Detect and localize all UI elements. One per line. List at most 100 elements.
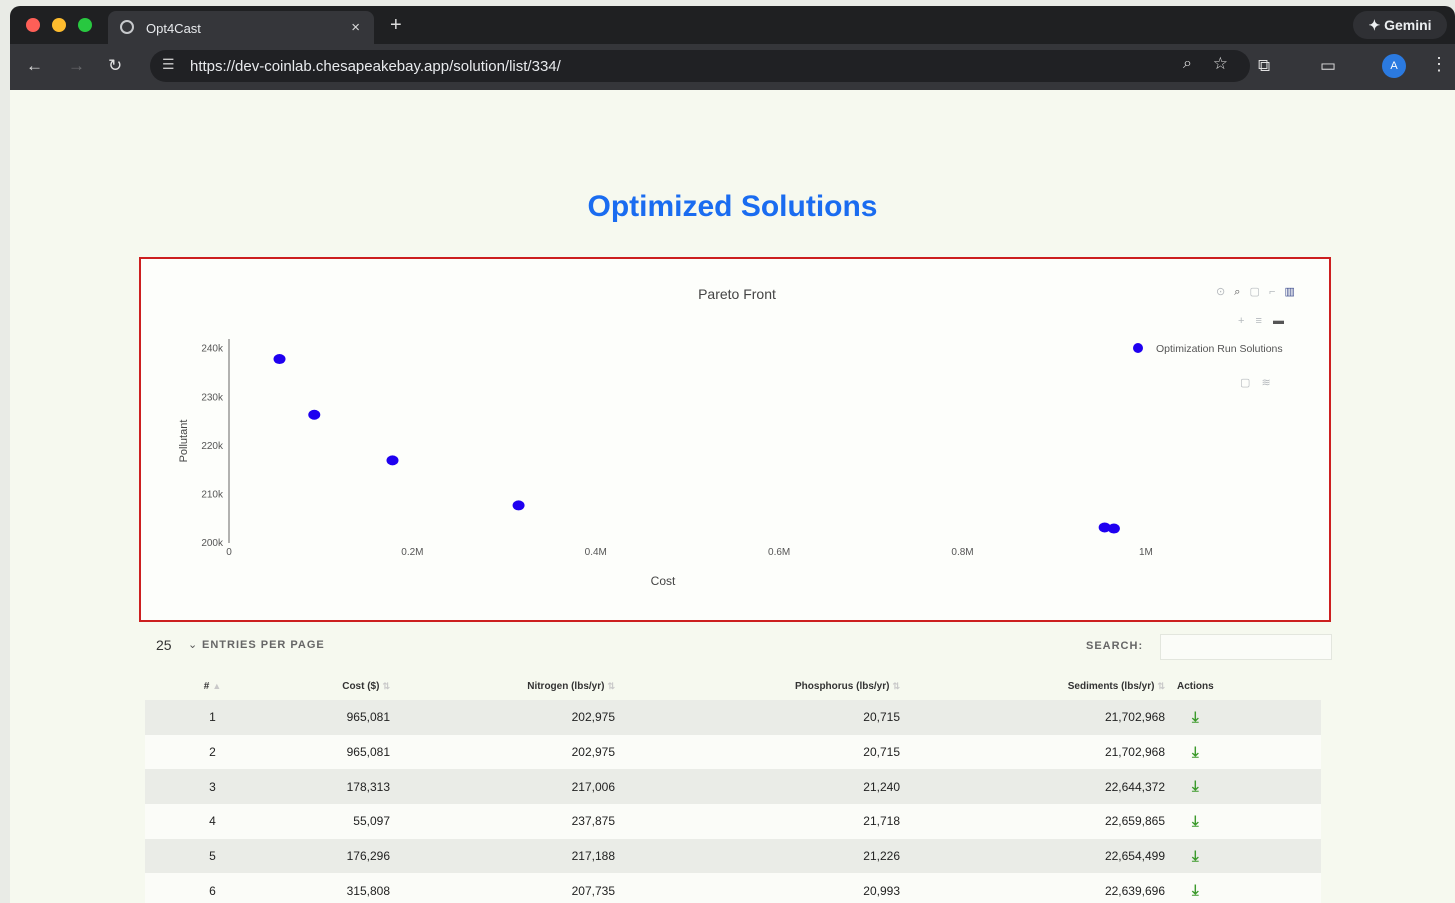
cell-phosphorus: 21,718 xyxy=(863,814,900,829)
cell-sediments: 21,702,968 xyxy=(1104,745,1165,760)
legend-marker xyxy=(1133,343,1143,353)
cell-cost: 176,296 xyxy=(346,849,390,864)
y-tick-labels: 200k 210k 220k 230k 240k xyxy=(201,344,224,549)
cell-phosphorus: 21,226 xyxy=(863,849,900,864)
zoom-icon[interactable]: ⌕ xyxy=(1183,55,1192,73)
chart-svg: Pareto Front 0 0.2M 0.4M 0.6M 0.8M 1M 200k 210… xyxy=(178,286,1283,588)
cell-num: 1 xyxy=(209,710,216,725)
cell-cost: 55,097 xyxy=(353,814,390,829)
globe-icon xyxy=(120,20,134,34)
cell-phosphorus: 20,715 xyxy=(863,710,900,725)
gemini-button[interactable]: ✦ Gemini xyxy=(1353,11,1447,39)
y-tick-label: 240k xyxy=(201,344,224,355)
cell-num: 4 xyxy=(209,814,216,829)
close-window-button[interactable] xyxy=(26,18,40,32)
browser-window: Opt4Cast × + ✦ Gemini ← → ↻ ☰ https://de… xyxy=(10,6,1455,903)
data-point[interactable] xyxy=(308,409,321,420)
table-row: 6 315,808 207,735 20,993 22,639,696 ⤓ xyxy=(145,873,1321,903)
search-label: SEARCH: xyxy=(1086,640,1144,652)
cell-cost: 965,081 xyxy=(346,745,390,760)
cell-sediments: 22,644,372 xyxy=(1104,779,1165,794)
cell-sediments: 22,639,696 xyxy=(1104,883,1165,898)
chevron-down-icon[interactable]: ⌄ xyxy=(188,638,197,651)
cell-sediments: 22,654,499 xyxy=(1104,849,1165,864)
y-tick-label: 200k xyxy=(201,538,224,549)
cell-actions: ⤓ xyxy=(1165,769,1321,804)
url-text[interactable]: https://dev-coinlab.chesapeakebay.app/so… xyxy=(190,58,561,75)
header-sediments[interactable]: Sediments (lbs/yr) ⇅ xyxy=(900,672,1165,700)
sort-icon: ⇅ xyxy=(892,680,900,691)
cell-phosphorus: 20,715 xyxy=(863,745,900,760)
x-tick-label: 0.6M xyxy=(768,547,790,558)
tab-close-button[interactable]: × xyxy=(351,19,360,36)
x-tick-label: 0.2M xyxy=(401,547,423,558)
back-arrow-icon[interactable]: ← xyxy=(26,56,43,76)
chart-title: Pareto Front xyxy=(698,286,776,302)
page-title: Optimized Solutions xyxy=(587,190,878,223)
download-icon[interactable]: ⤓ xyxy=(1192,813,1199,830)
search-input[interactable] xyxy=(1160,634,1332,660)
cell-nitrogen: 202,975 xyxy=(571,745,615,760)
new-tab-button[interactable]: + xyxy=(390,14,402,37)
download-icon[interactable]: ⤓ xyxy=(1192,709,1199,726)
header-num[interactable]: # ▲ xyxy=(145,672,280,700)
reload-icon[interactable]: ↻ xyxy=(108,56,122,76)
x-tick-label: 0 xyxy=(226,547,232,558)
cell-phosphorus: 20,993 xyxy=(863,883,900,898)
table-row: 1 965,081 202,975 20,715 21,702,968 ⤓ xyxy=(145,700,1321,735)
cell-actions: ⤓ xyxy=(1165,735,1321,770)
cell-nitrogen: 202,975 xyxy=(571,710,615,725)
star-icon[interactable]: ☆ xyxy=(1213,54,1228,74)
minimize-window-button[interactable] xyxy=(52,18,66,32)
extensions-icon[interactable]: ⧉ xyxy=(1258,56,1270,76)
table-row: 5 176,296 217,188 21,226 22,654,499 ⤓ xyxy=(145,838,1321,874)
download-icon[interactable]: ⤓ xyxy=(1192,882,1199,899)
download-icon[interactable]: ⤓ xyxy=(1192,848,1199,865)
tune-icon[interactable]: ☰ xyxy=(162,56,175,73)
header-actions[interactable]: Actions xyxy=(1165,672,1321,700)
cell-cost: 965,081 xyxy=(346,710,390,725)
y-tick-label: 210k xyxy=(201,489,224,500)
tab-bar: Opt4Cast × + ✦ Gemini xyxy=(10,6,1455,44)
y-tick-label: 220k xyxy=(201,441,224,452)
data-point[interactable] xyxy=(386,455,399,466)
table-row: 4 55,097 237,875 21,718 22,659,865 ⤓ xyxy=(145,804,1321,839)
maximize-window-button[interactable] xyxy=(78,18,92,32)
tab-search-icon[interactable]: ▭ xyxy=(1320,56,1336,76)
entries-per-page-select[interactable]: 25 xyxy=(156,637,172,653)
legend-label[interactable]: Optimization Run Solutions xyxy=(1156,343,1283,355)
scatter-points xyxy=(273,354,1120,534)
sort-icon: ⇅ xyxy=(382,680,390,691)
download-icon[interactable]: ⤓ xyxy=(1192,778,1199,795)
cell-num: 3 xyxy=(209,779,216,794)
chart-legend: Optimization Run Solutions xyxy=(1133,343,1283,355)
address-bar[interactable]: ☰ https://dev-coinlab.chesapeakebay.app/… xyxy=(150,50,1250,82)
browser-tab[interactable]: Opt4Cast × xyxy=(108,11,374,44)
cell-nitrogen: 217,006 xyxy=(571,779,615,794)
cell-cost: 178,313 xyxy=(346,779,390,794)
forward-arrow-icon[interactable]: → xyxy=(68,56,85,76)
header-phosphorus[interactable]: Phosphorus (lbs/yr) ⇅ xyxy=(615,672,900,700)
browser-toolbar: ← → ↻ ☰ https://dev-coinlab.chesapeakeba… xyxy=(10,44,1455,90)
menu-icon[interactable]: ⋮ xyxy=(1430,54,1448,75)
table-header-row: # ▲ Cost ($) ⇅ Nitrogen (lbs/yr) ⇅ Phosphor… xyxy=(145,672,1321,700)
data-point[interactable] xyxy=(512,500,525,511)
cell-sediments: 22,659,865 xyxy=(1104,814,1165,829)
cell-nitrogen: 237,875 xyxy=(571,814,615,829)
cell-num: 6 xyxy=(209,883,216,898)
data-point[interactable] xyxy=(1107,523,1120,534)
x-tick-label: 0.8M xyxy=(951,547,973,558)
cell-nitrogen: 217,188 xyxy=(571,849,615,864)
header-cost[interactable]: Cost ($) ⇅ xyxy=(280,672,390,700)
cell-actions: ⤓ xyxy=(1165,804,1321,839)
sort-icon: ⇅ xyxy=(607,680,615,691)
table-row: 2 965,081 202,975 20,715 21,702,968 ⤓ xyxy=(145,734,1321,770)
y-tick-label: 230k xyxy=(201,392,224,403)
sort-icon: ⇅ xyxy=(1157,680,1165,691)
data-point[interactable] xyxy=(273,354,286,365)
x-tick-label: 1M xyxy=(1139,547,1153,558)
cell-num: 5 xyxy=(209,849,216,864)
download-icon[interactable]: ⤓ xyxy=(1192,744,1199,761)
avatar[interactable]: A xyxy=(1382,54,1406,78)
header-nitrogen[interactable]: Nitrogen (lbs/yr) ⇅ xyxy=(390,672,615,700)
